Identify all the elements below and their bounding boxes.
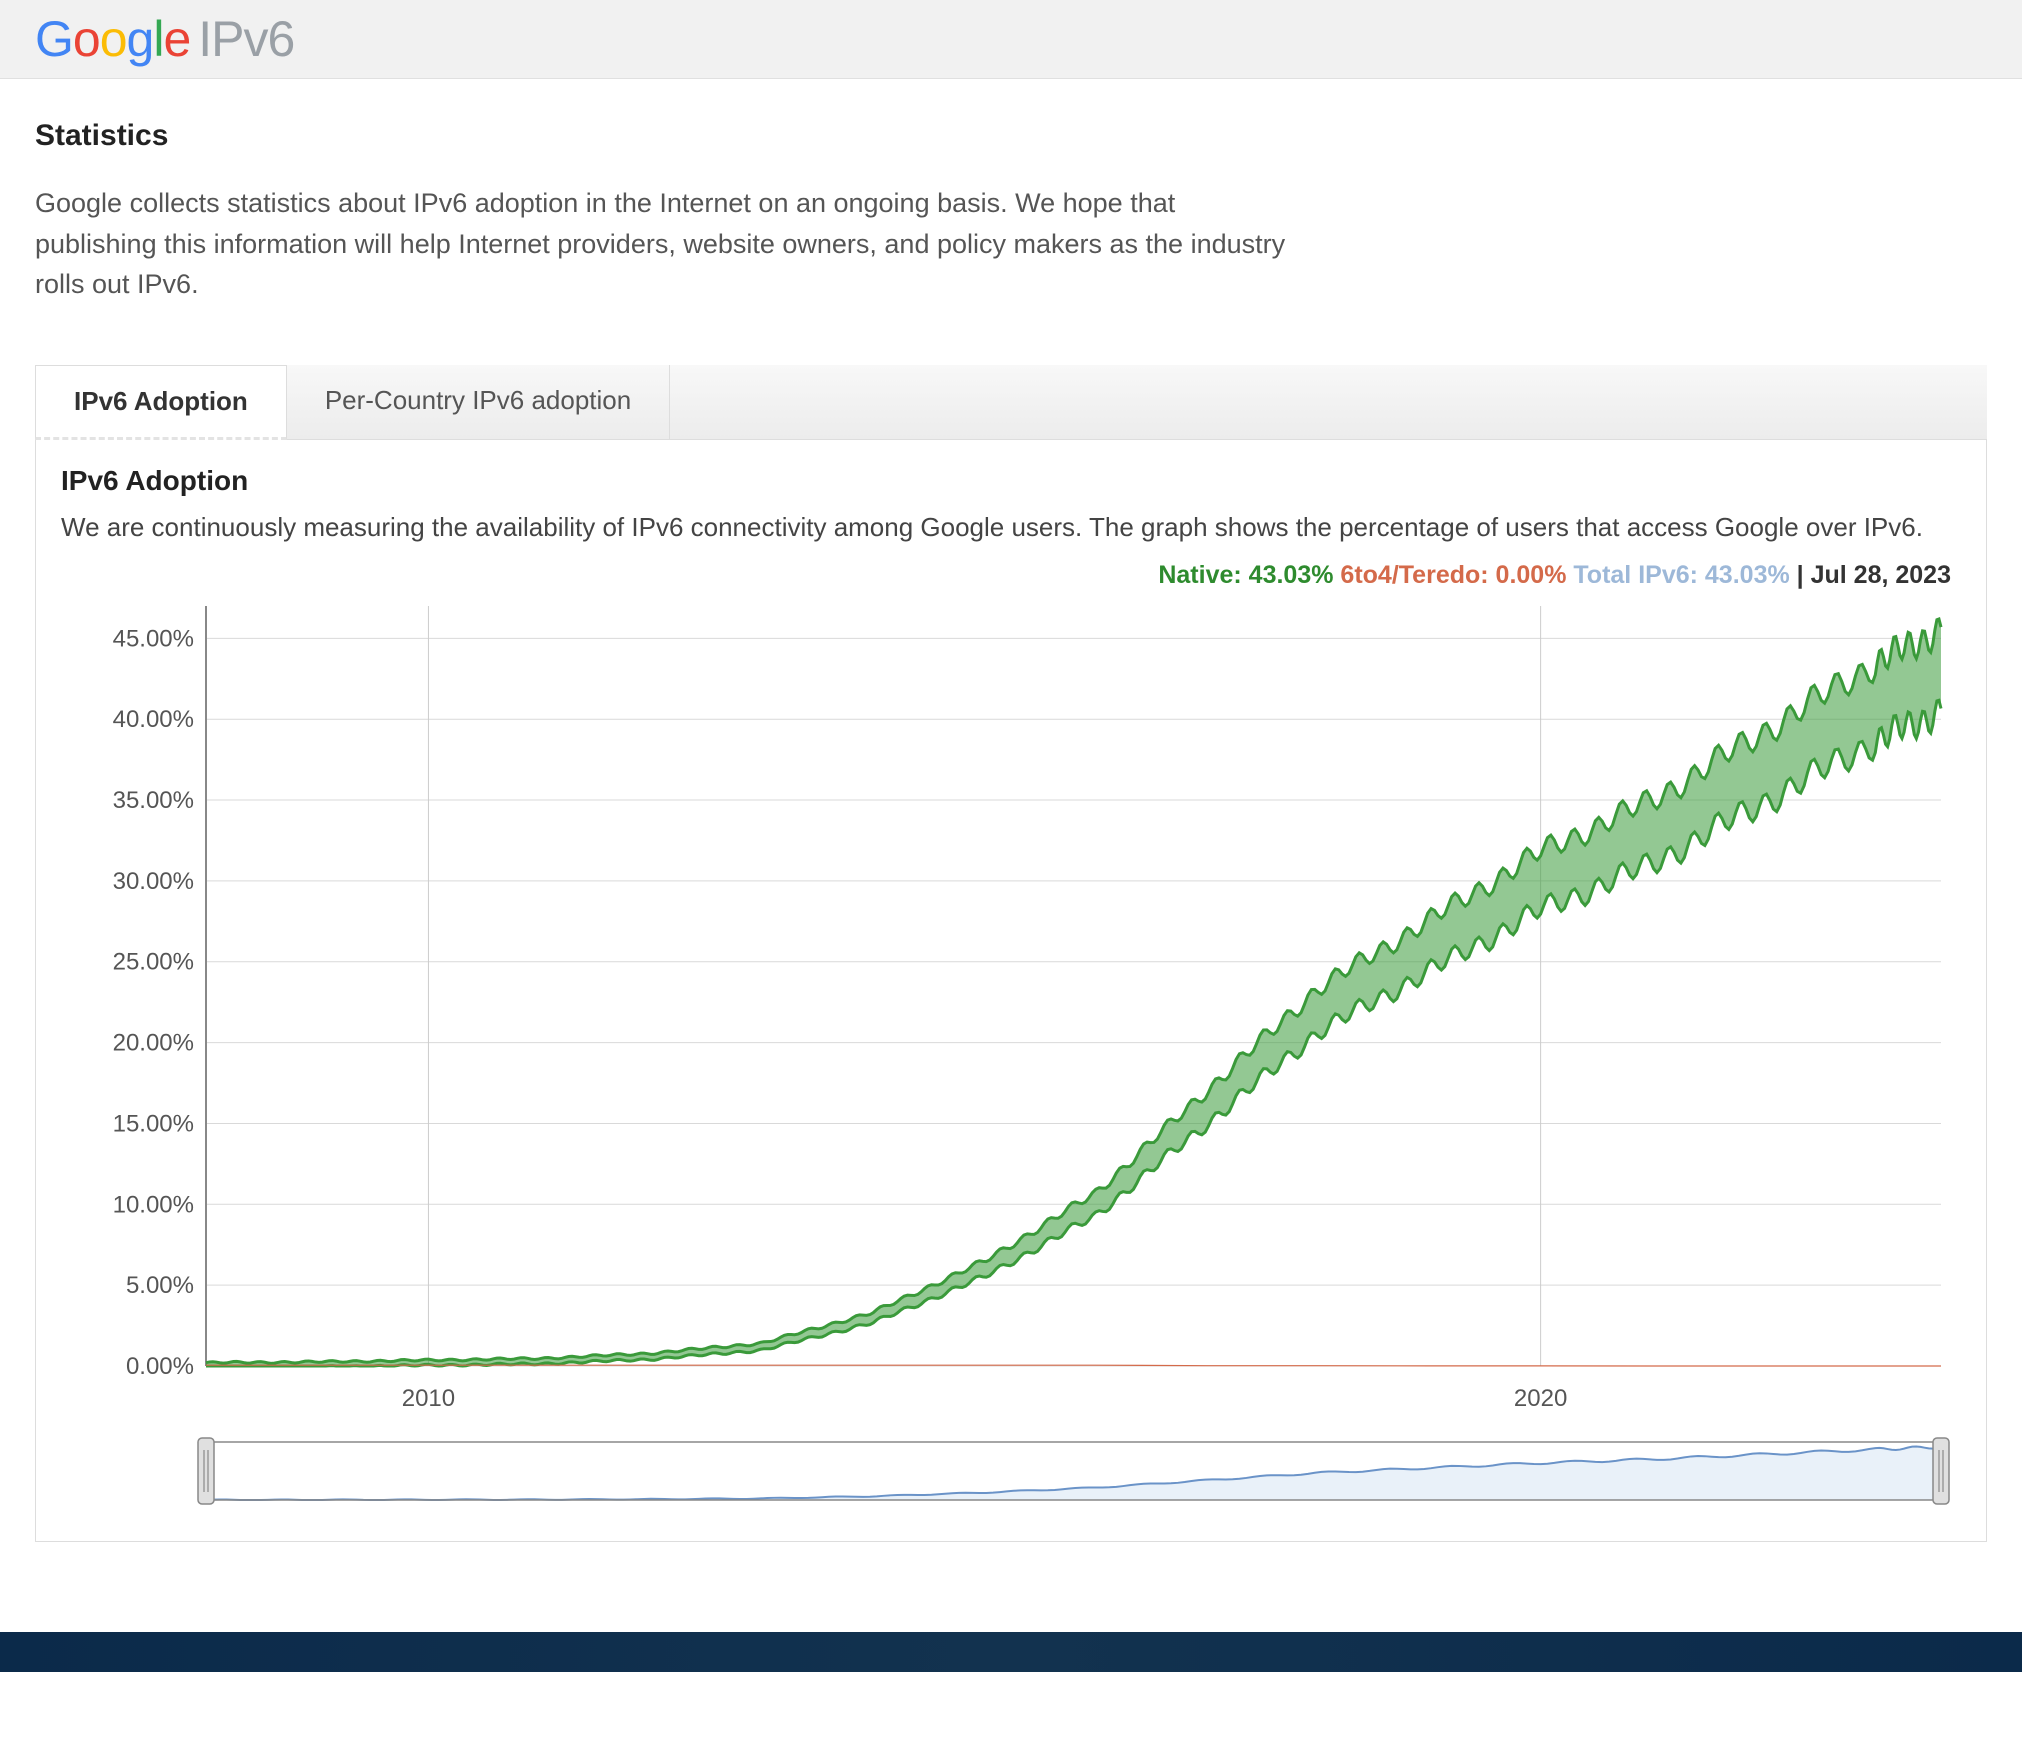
logo-suffix: IPv6 — [198, 11, 294, 67]
legend-native: Native: 43.03% — [1158, 561, 1340, 589]
svg-text:2010: 2010 — [402, 1385, 455, 1412]
legend-date-sep: | — [1797, 561, 1811, 589]
range-handle[interactable] — [1933, 1438, 1949, 1504]
page-title: Statistics — [35, 119, 1987, 153]
svg-text:0.00%: 0.00% — [126, 1353, 194, 1380]
main-chart-svg[interactable]: 0.00% 5.00% 10.00% 15.00% 20.00% 25.00% 30.00%… — [61, 596, 1961, 1426]
legend-total-label: Total IPv6: — [1573, 561, 1698, 589]
svg-text:45.00%: 45.00% — [113, 625, 194, 652]
svg-text:10.00%: 10.00% — [113, 1191, 194, 1218]
panel-ipv6-adoption: IPv6 Adoption We are continuously measur… — [35, 440, 1987, 1542]
header-bar: GoogleIPv6 — [0, 0, 2022, 79]
legend-6to4-value: 0.00% — [1496, 561, 1567, 589]
svg-text:2020: 2020 — [1514, 1385, 1567, 1412]
svg-text:5.00%: 5.00% — [126, 1272, 194, 1299]
range-handle[interactable] — [198, 1438, 214, 1504]
svg-text:40.00%: 40.00% — [113, 706, 194, 733]
legend-6to4: 6to4/Teredo: 0.00% — [1340, 561, 1573, 589]
google-logo[interactable]: GoogleIPv6 — [35, 11, 294, 67]
legend-total-value: 43.03% — [1705, 561, 1790, 589]
legend-total: Total IPv6: 43.03% — [1573, 561, 1796, 589]
tab-ipv6-adoption[interactable]: IPv6 Adoption — [35, 365, 287, 440]
tab-bar: IPv6 Adoption Per-Country IPv6 adoption — [35, 365, 1987, 440]
chart-area[interactable]: 0.00% 5.00% 10.00% 15.00% 20.00% 25.00% 30.00%… — [61, 596, 1961, 1426]
range-slider-area[interactable] — [61, 1436, 1961, 1506]
legend-native-label: Native: — [1158, 561, 1241, 589]
chart-legend: Native: 43.03% 6to4/Teredo: 0.00% Total … — [61, 561, 1961, 590]
legend-6to4-label: 6to4/Teredo: — [1340, 561, 1488, 589]
mini-chart-svg[interactable] — [61, 1436, 1961, 1506]
main-content: Statistics Google collects statistics ab… — [0, 79, 2022, 1572]
page-intro: Google collects statistics about IPv6 ad… — [35, 183, 1295, 305]
svg-text:20.00%: 20.00% — [113, 1029, 194, 1056]
svg-text:25.00%: 25.00% — [113, 948, 194, 975]
panel-title: IPv6 Adoption — [61, 465, 1961, 497]
footer-strip — [0, 1632, 2022, 1672]
svg-text:15.00%: 15.00% — [113, 1110, 194, 1137]
legend-date: Jul 28, 2023 — [1811, 561, 1951, 589]
panel-description: We are continuously measuring the availa… — [61, 512, 1961, 543]
tab-per-country[interactable]: Per-Country IPv6 adoption — [287, 365, 670, 439]
svg-text:30.00%: 30.00% — [113, 867, 194, 894]
svg-text:35.00%: 35.00% — [113, 787, 194, 814]
legend-native-value: 43.03% — [1249, 561, 1334, 589]
